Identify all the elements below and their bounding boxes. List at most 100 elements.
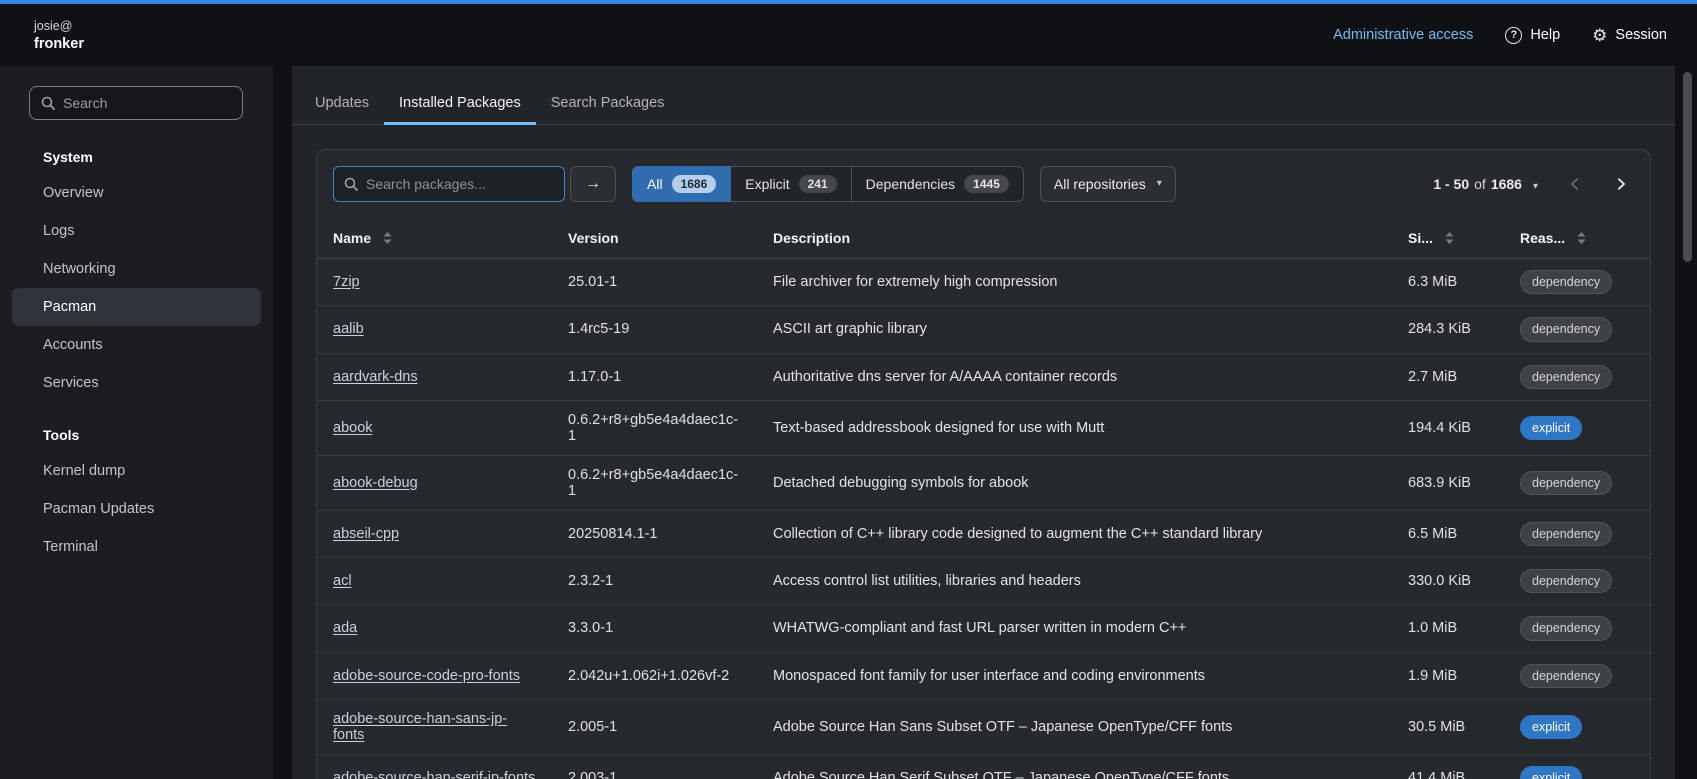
column-header-description: Description — [757, 218, 1392, 259]
page-scrollbar[interactable] — [1683, 66, 1692, 779]
cell-size: 41.4 MiB — [1392, 754, 1504, 779]
package-name-link[interactable]: ada — [333, 620, 357, 636]
package-name-link[interactable]: acl — [333, 573, 352, 589]
chevron-down-icon: ▾ — [1157, 179, 1162, 189]
package-name-link[interactable]: abook — [333, 420, 373, 436]
cell-name: abook — [317, 400, 552, 455]
pagination-total: 1686 — [1491, 176, 1522, 192]
reason-badge: explicit — [1520, 416, 1582, 440]
sidebar-search-box — [29, 86, 243, 120]
nav-section-heading: System — [0, 140, 273, 174]
sidebar-search-input[interactable] — [63, 95, 231, 111]
next-page-button[interactable] — [1608, 173, 1634, 195]
logged-in-user: josie@ — [34, 19, 84, 33]
nav-section-system: System Overview Logs Networking Pacman A… — [0, 140, 273, 402]
session-button[interactable]: ⚙ Session — [1592, 27, 1667, 44]
package-name-link[interactable]: abseil-cpp — [333, 526, 399, 542]
package-table-body: 7zip 25.01-1 File archiver for extremely… — [317, 259, 1650, 779]
package-name-link[interactable]: adobe-source-han-serif-jp-fonts — [333, 770, 535, 779]
table-row: abook 0.6.2+r8+gb5e4a4daec1c-1 Text-base… — [317, 400, 1650, 455]
column-label: Si... — [1408, 230, 1433, 246]
administrative-access-button[interactable]: Administrative access — [1333, 27, 1473, 43]
cell-name: adobe-source-han-serif-jp-fonts — [317, 754, 552, 779]
sidebar-item-overview[interactable]: Overview — [0, 174, 273, 212]
sidebar-item-services[interactable]: Services — [0, 364, 273, 402]
sort-icon — [1577, 232, 1586, 244]
cell-name: abseil-cpp — [317, 510, 552, 557]
sidebar-item-terminal[interactable]: Terminal — [0, 528, 273, 566]
cell-version: 1.4rc5-19 — [552, 306, 757, 353]
help-button[interactable]: ? Help — [1505, 27, 1560, 44]
cell-reason: dependency — [1504, 259, 1650, 306]
table-row: abook-debug 0.6.2+r8+gb5e4a4daec1c-1 Det… — [317, 455, 1650, 510]
cell-version: 1.17.0-1 — [552, 353, 757, 400]
sidebar-item-pacman[interactable]: Pacman — [12, 288, 261, 326]
repositories-dropdown[interactable]: All repositories ▾ — [1040, 166, 1176, 202]
package-name-link[interactable]: aardvark-dns — [333, 369, 418, 385]
count-badge: 1445 — [964, 175, 1009, 193]
cell-size: 284.3 KiB — [1392, 306, 1504, 353]
pagination: 1 - 50 of 1686 ▾ — [1433, 173, 1634, 195]
package-name-link[interactable]: abook-debug — [333, 475, 418, 491]
nav-section-heading: Tools — [0, 418, 273, 452]
cell-description: Monospaced font family for user interfac… — [757, 652, 1392, 699]
host-brand[interactable]: josie@ fronker — [34, 19, 84, 52]
sidebar-item-networking[interactable]: Networking — [0, 250, 273, 288]
filter-all-button[interactable]: All 1686 — [632, 166, 731, 202]
previous-page-button[interactable] — [1562, 173, 1588, 195]
sidebar-item-accounts[interactable]: Accounts — [0, 326, 273, 364]
package-name-link[interactable]: 7zip — [333, 274, 360, 290]
package-name-link[interactable]: adobe-source-han-sans-jp-fonts — [333, 711, 507, 743]
cell-version: 3.3.0-1 — [552, 605, 757, 652]
arrow-right-icon: → — [585, 175, 601, 192]
search-icon — [41, 96, 55, 110]
cell-size: 6.5 MiB — [1392, 510, 1504, 557]
filter-label: Explicit — [745, 176, 789, 192]
pagination-menu-toggle[interactable]: ▾ — [1529, 175, 1542, 194]
cell-description: Adobe Source Han Serif Subset OTF – Japa… — [757, 754, 1392, 779]
column-header-size[interactable]: Si... — [1392, 218, 1504, 259]
tab-installed-packages[interactable]: Installed Packages — [384, 82, 536, 124]
reason-badge: dependency — [1520, 616, 1612, 640]
filter-dependencies-button[interactable]: Dependencies 1445 — [851, 166, 1024, 202]
table-row: aalib 1.4rc5-19 ASCII art graphic librar… — [317, 306, 1650, 353]
main-panel: Updates Installed Packages Search Packag… — [292, 66, 1675, 779]
cell-reason: explicit — [1504, 699, 1650, 754]
filter-label: Dependencies — [866, 176, 956, 192]
sort-icon — [1445, 232, 1454, 244]
column-label: Version — [568, 230, 619, 246]
cell-reason: dependency — [1504, 306, 1650, 353]
reason-badge: dependency — [1520, 664, 1612, 688]
column-header-reason[interactable]: Reas... — [1504, 218, 1650, 259]
package-name-link[interactable]: aalib — [333, 321, 364, 337]
cell-name: adobe-source-han-sans-jp-fonts — [317, 699, 552, 754]
tab-updates[interactable]: Updates — [300, 82, 384, 124]
reason-badge: dependency — [1520, 569, 1612, 593]
count-badge: 241 — [799, 175, 837, 193]
pagination-of-label: of — [1474, 176, 1486, 192]
table-header-row: Name Version Description Si... — [317, 218, 1650, 259]
cell-description: Detached debugging symbols for abook — [757, 455, 1392, 510]
column-header-name[interactable]: Name — [317, 218, 552, 259]
reason-badge: dependency — [1520, 270, 1612, 294]
installed-packages-card: → All 1686 Explicit 241 Dependencies 144… — [316, 149, 1651, 779]
cell-description: Adobe Source Han Sans Subset OTF – Japan… — [757, 699, 1392, 754]
package-name-link[interactable]: adobe-source-code-pro-fonts — [333, 668, 520, 684]
filter-explicit-button[interactable]: Explicit 241 — [730, 166, 851, 202]
table-row: acl 2.3.2-1 Access control list utilitie… — [317, 558, 1650, 605]
sidebar-item-pacman-updates[interactable]: Pacman Updates — [0, 490, 273, 528]
masthead: josie@ fronker Administrative access ? H… — [0, 4, 1697, 66]
cell-size: 30.5 MiB — [1392, 699, 1504, 754]
table-row: adobe-source-code-pro-fonts 2.042u+1.062… — [317, 652, 1650, 699]
sidebar-item-logs[interactable]: Logs — [0, 212, 273, 250]
session-label: Session — [1615, 27, 1667, 43]
scrollbar-thumb[interactable] — [1683, 72, 1692, 262]
tab-search-packages[interactable]: Search Packages — [536, 82, 680, 124]
search-submit-button[interactable]: → — [570, 166, 616, 202]
help-label: Help — [1530, 27, 1560, 43]
package-search-input[interactable] — [366, 176, 554, 192]
cell-reason: dependency — [1504, 353, 1650, 400]
sidebar-item-kernel-dump[interactable]: Kernel dump — [0, 452, 273, 490]
chevron-right-icon — [1614, 177, 1628, 191]
reason-badge: dependency — [1520, 365, 1612, 389]
